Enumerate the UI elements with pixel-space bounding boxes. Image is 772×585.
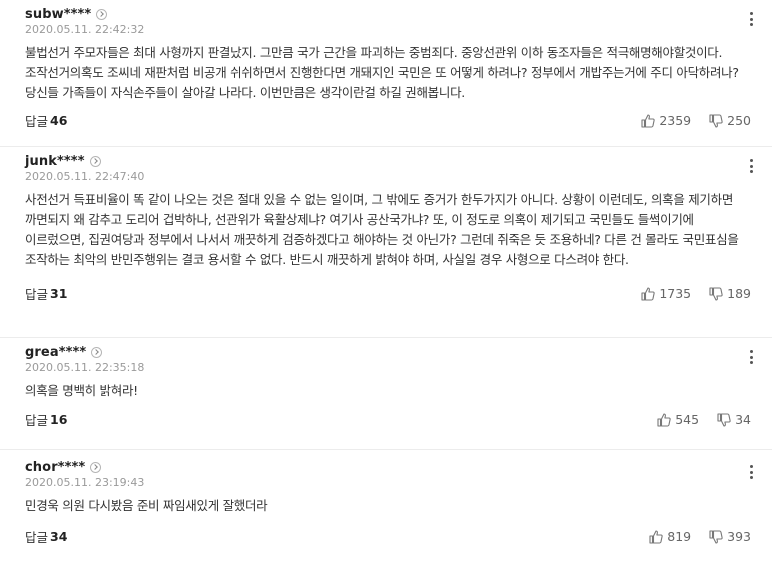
comment-nickname[interactable]: chor**** xyxy=(25,460,85,475)
dislike-button[interactable]: 34 xyxy=(717,412,751,427)
profile-chevron-icon[interactable] xyxy=(90,461,102,473)
comment-item: subw**** 2020.05.11. 22:42:32 불법선거 주모자들은… xyxy=(0,0,772,147)
comment-date: 2020.05.11. 22:42:32 xyxy=(25,23,145,36)
dislike-button[interactable]: 393 xyxy=(709,529,751,544)
like-button[interactable]: 2359 xyxy=(641,113,691,128)
reply-label: 답글 xyxy=(25,413,49,428)
comment-nickname[interactable]: grea**** xyxy=(25,345,86,360)
like-count: 2359 xyxy=(659,113,692,128)
reply-button[interactable]: 답글 34 xyxy=(25,527,67,546)
reply-label: 답글 xyxy=(25,287,49,302)
comment-item: grea**** 2020.05.11. 22:35:18 의혹을 명백히 밝혀… xyxy=(0,338,772,450)
profile-chevron-icon[interactable] xyxy=(96,8,108,20)
dislike-button[interactable]: 250 xyxy=(709,113,751,128)
comment-date: 2020.05.11. 22:35:18 xyxy=(25,361,145,374)
comment-text: 민경욱 의원 다시봤음 준비 짜임새있게 잘했더라 xyxy=(25,498,268,513)
reply-label: 답글 xyxy=(25,114,49,129)
comment-text: 불법선거 주모자들은 최대 사형까지 판결났지. 그만큼 국가 근간을 파괴하는… xyxy=(25,45,739,100)
comment-date: 2020.05.11. 23:19:43 xyxy=(25,476,145,489)
comment-text: 사전선거 득표비율이 똑 같이 나오는 것은 절대 있을 수 없는 일이며, 그… xyxy=(25,192,739,267)
comment-nickname[interactable]: subw**** xyxy=(25,7,91,22)
thumbs-up-icon xyxy=(641,286,656,301)
reply-count: 46 xyxy=(50,113,68,128)
comment-list: subw**** 2020.05.11. 22:42:32 불법선거 주모자들은… xyxy=(0,0,772,585)
reply-count: 31 xyxy=(50,286,68,301)
reply-label: 답글 xyxy=(25,530,49,545)
comment-item: chor**** 2020.05.11. 23:19:43 민경욱 의원 다시봤… xyxy=(0,450,772,585)
thumbs-up-icon xyxy=(641,113,656,128)
thumbs-down-icon xyxy=(709,286,723,301)
reply-button[interactable]: 답글 16 xyxy=(25,410,67,429)
reply-button[interactable]: 답글 46 xyxy=(25,111,67,130)
like-button[interactable]: 1735 xyxy=(641,286,691,301)
comment-text: 의혹을 명백히 밝혀라! xyxy=(25,383,138,398)
kebab-menu-icon[interactable] xyxy=(749,350,753,364)
reply-count: 16 xyxy=(50,412,68,427)
like-button[interactable]: 819 xyxy=(649,529,691,544)
like-count: 1735 xyxy=(659,286,692,301)
kebab-menu-icon[interactable] xyxy=(749,465,753,479)
comment-item: junk**** 2020.05.11. 22:47:40 사전선거 득표비율이… xyxy=(0,147,772,338)
dislike-count: 393 xyxy=(727,529,751,544)
thumbs-up-icon xyxy=(649,529,663,544)
comment-nickname[interactable]: junk**** xyxy=(25,154,85,169)
thumbs-down-icon xyxy=(717,412,731,427)
like-count: 545 xyxy=(675,412,700,427)
reply-count: 34 xyxy=(50,529,68,544)
kebab-menu-icon[interactable] xyxy=(749,159,753,173)
like-button[interactable]: 545 xyxy=(657,412,699,427)
thumbs-up-icon xyxy=(657,412,671,427)
thumbs-down-icon xyxy=(709,113,723,128)
kebab-menu-icon[interactable] xyxy=(749,12,753,26)
dislike-count: 34 xyxy=(735,412,751,427)
dislike-count: 250 xyxy=(727,113,751,128)
profile-chevron-icon[interactable] xyxy=(89,155,101,167)
dislike-count: 189 xyxy=(727,286,751,301)
dislike-button[interactable]: 189 xyxy=(709,286,751,301)
profile-chevron-icon[interactable] xyxy=(91,346,103,358)
comment-date: 2020.05.11. 22:47:40 xyxy=(25,170,145,183)
reply-button[interactable]: 답글 31 xyxy=(25,284,67,303)
thumbs-down-icon xyxy=(709,529,723,544)
like-count: 819 xyxy=(667,529,692,544)
